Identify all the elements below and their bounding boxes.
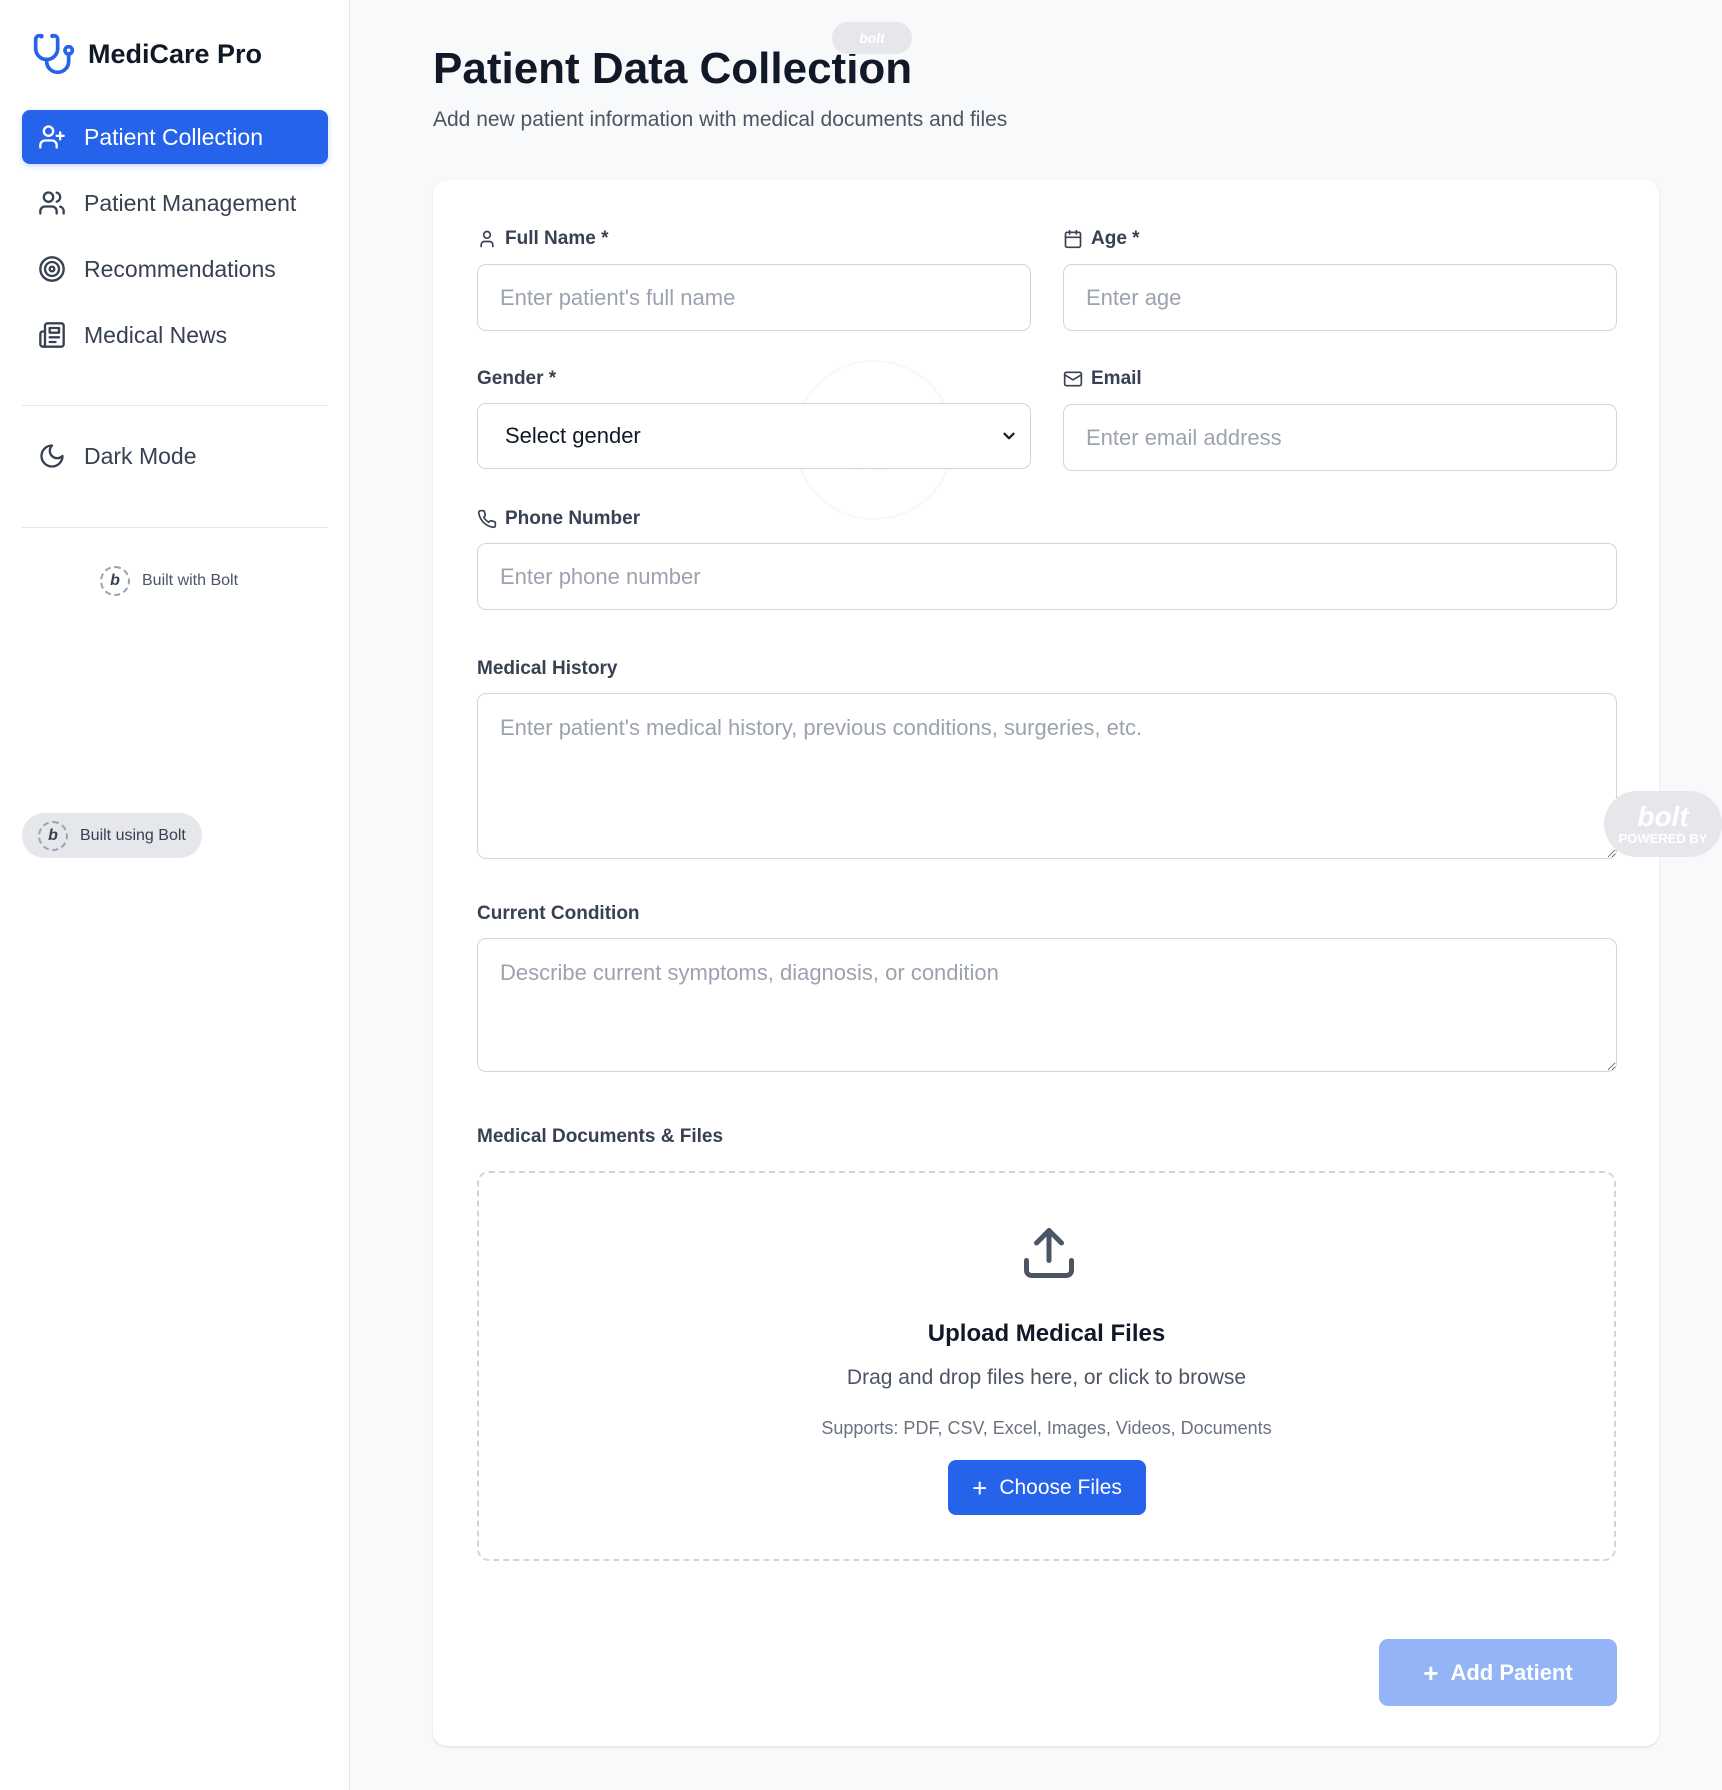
upload-supported-formats: Supports: PDF, CSV, Excel, Images, Video… [821,1418,1272,1438]
gender-select[interactable]: Select gender [477,403,1031,469]
sidebar-divider [22,405,328,406]
medical-history-label: Medical History [477,658,617,680]
bolt-powered-side-badge[interactable]: bolt POWERED BY [1604,791,1722,857]
medical-history-textarea[interactable] [477,693,1617,859]
current-condition-textarea[interactable] [477,938,1617,1072]
email-label-text: Email [1091,368,1142,389]
phone-label: Phone Number [477,508,640,530]
email-input[interactable] [1063,404,1617,471]
dark-mode-toggle[interactable]: Dark Mode [22,429,328,495]
add-patient-button[interactable]: + Add Patient [1379,1639,1617,1706]
built-using-bolt-badge[interactable]: b Built using Bolt [22,813,202,858]
moon-icon [38,442,66,470]
bolt-badge-powered: POWERED BY [1618,830,1708,846]
page-subtitle: Add new patient information with medical… [433,108,1008,131]
sidebar-item-patient-collection[interactable]: Patient Collection [22,110,328,164]
sidebar-item-label: Patient Collection [84,123,263,150]
full-name-label-text: Full Name * [505,228,609,249]
sidebar-divider [22,527,328,528]
current-condition-label-text: Current Condition [477,903,640,924]
bolt-powered-badge[interactable]: bolt [832,22,912,54]
sidebar-item-medical-news[interactable]: Medical News [22,308,328,362]
gender-label-text: Gender * [477,368,557,389]
email-label: Email [1063,368,1142,390]
user-icon [480,230,494,248]
plus-icon: + [972,1472,988,1503]
file-dropzone[interactable]: Upload Medical Files Drag and drop files… [477,1171,1616,1561]
brand[interactable]: MediCare Pro [32,32,262,76]
dark-mode-label: Dark Mode [84,442,197,469]
choose-files-label: Choose Files [999,1475,1122,1499]
full-name-label: Full Name * [477,228,608,250]
sidebar-item-label: Patient Management [84,189,297,216]
bolt-logo-icon: b [100,566,130,596]
built-with-label: Built with Bolt [142,572,239,589]
choose-files-button[interactable]: + Choose Files [948,1460,1146,1515]
chevron-down-icon [1003,432,1015,440]
target-icon [38,255,66,283]
newspaper-icon [38,321,66,349]
upload-description: Drag and drop files here, or click to br… [846,1366,1247,1389]
full-name-input[interactable] [477,264,1031,331]
age-label: Age * [1063,228,1140,250]
documents-label: Medical Documents & Files [477,1126,723,1148]
sidebar-nav: Patient Collection Patient Management Re… [22,110,328,374]
brand-name: MediCare Pro [88,38,263,69]
phone-input[interactable] [477,543,1617,610]
sidebar-item-recommendations[interactable]: Recommendations [22,242,328,296]
sidebar-item-patient-management[interactable]: Patient Management [22,176,328,230]
dark-mode-item[interactable]: Dark Mode [22,429,328,483]
gender-label: Gender * [477,368,556,390]
add-patient-label: Add Patient [1450,1659,1573,1685]
mail-icon [1063,371,1083,387]
age-input[interactable] [1063,264,1617,331]
phone-label-text: Phone Number [505,508,641,529]
sidebar-item-label: Recommendations [84,255,276,282]
upload-icon [1024,1228,1074,1278]
upload-title: Upload Medical Files [927,1320,1166,1347]
plus-icon: + [1423,1657,1439,1688]
age-label-text: Age * [1091,228,1140,249]
current-condition-label: Current Condition [477,903,640,925]
gender-select-value: Select gender [505,423,641,448]
users-icon [38,189,66,217]
stethoscope-icon [33,33,75,75]
sidebar: MediCare Pro Patient Collection Patient … [0,0,350,1790]
phone-icon [477,509,497,529]
bolt-logo-icon: b [38,820,68,851]
user-plus-icon [38,123,66,151]
medical-history-label-text: Medical History [477,658,618,679]
built-using-label: Built using Bolt [80,826,186,844]
calendar-icon [1064,229,1082,249]
bolt-badge-logo: bolt [1637,800,1689,832]
built-with-bolt-link[interactable]: b Built with Bolt [100,566,238,596]
documents-label-text: Medical Documents & Files [477,1126,724,1147]
sidebar-item-label: Medical News [84,321,228,348]
patient-form-card: b Full Name * Age * Gender * Select gend… [433,180,1659,1746]
